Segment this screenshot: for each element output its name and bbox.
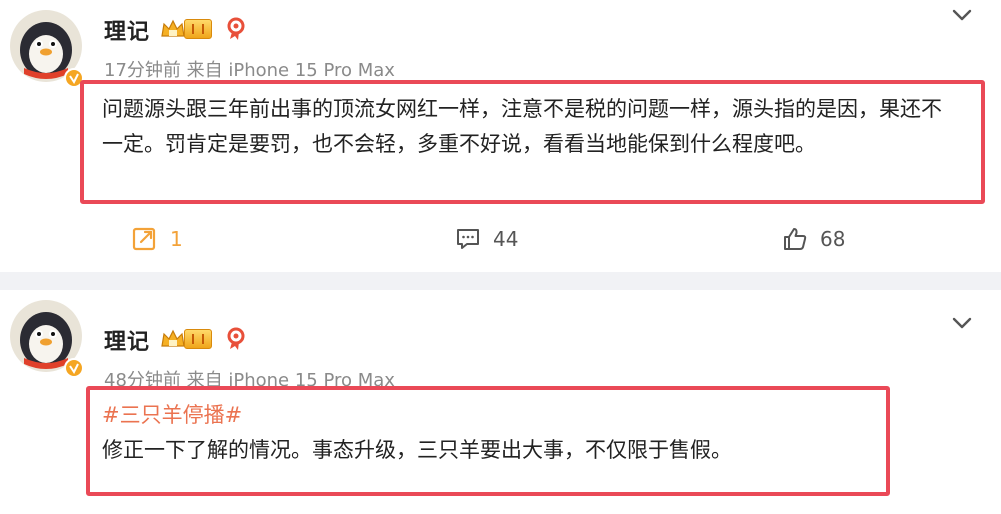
username[interactable]: 理记 <box>104 14 150 46</box>
username[interactable]: 理记 <box>104 324 150 356</box>
user-badges <box>160 326 248 352</box>
chevron-down-icon[interactable] <box>951 316 973 330</box>
like-icon <box>784 228 807 250</box>
highlight-box <box>80 80 985 204</box>
repost-button[interactable]: 1 <box>132 226 183 252</box>
post-divider <box>0 272 1001 290</box>
vip-crown-icon[interactable] <box>160 18 212 40</box>
comment-count: 44 <box>493 227 519 251</box>
post-meta: 17分钟前 来自 iPhone 15 Pro Max <box>104 60 395 81</box>
highlight-box <box>86 386 890 496</box>
action-bar: 1 44 68 <box>0 226 1001 260</box>
medal-icon[interactable] <box>226 327 248 351</box>
chevron-down-icon[interactable] <box>951 8 973 22</box>
weibo-post: 理记 17分钟前 来自 iPhone 15 Pro Max 问题源头跟三年前出事… <box>0 0 1001 272</box>
repost-icon <box>132 227 156 251</box>
user-badges <box>160 16 248 42</box>
avatar[interactable] <box>8 8 88 88</box>
vip-crown-icon[interactable] <box>160 328 212 350</box>
weibo-post: 理记 48分钟前 来自 iPhone 15 Pro Max #三只羊停播# 修正… <box>0 290 1001 514</box>
medal-icon[interactable] <box>226 17 248 41</box>
avatar[interactable] <box>8 298 88 378</box>
repost-count: 1 <box>170 227 183 251</box>
like-button[interactable]: 68 <box>782 226 845 252</box>
like-count: 68 <box>820 227 846 251</box>
comment-button[interactable]: 44 <box>455 226 518 252</box>
comment-icon <box>457 229 479 249</box>
